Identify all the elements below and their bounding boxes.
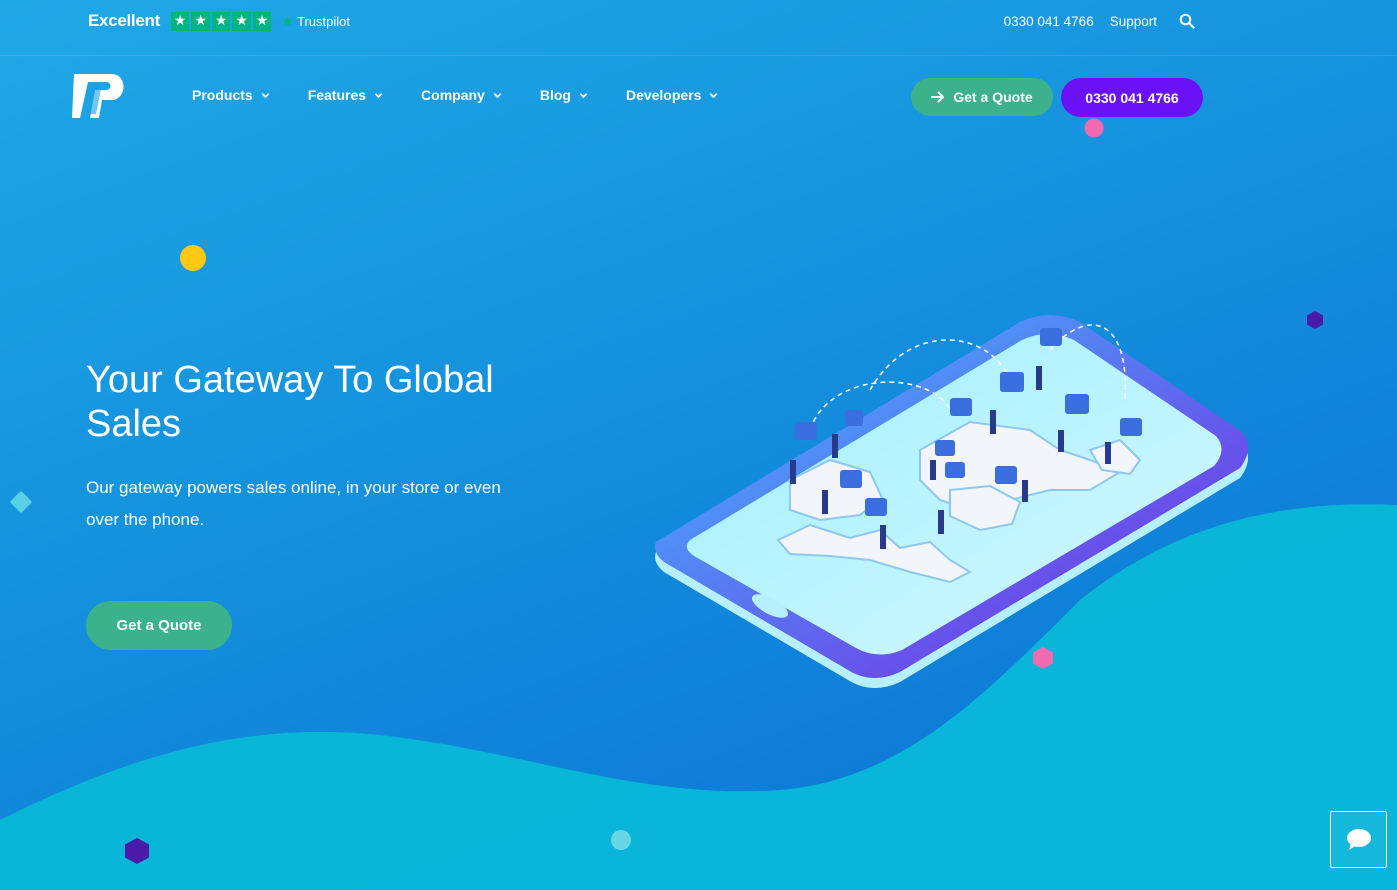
hero-title: Your Gateway To Global Sales <box>86 359 494 445</box>
main-nav: Products Features Company Blog Developer… <box>192 87 756 103</box>
trustpilot-star-icon: ★ <box>281 12 295 29</box>
hero-get-quote-button[interactable]: Get a Quote <box>86 601 232 650</box>
trustpilot-widget[interactable]: Excellent ★ ★ ★ ★ ★ ★ Trustpilot <box>88 11 350 31</box>
nav-item-label: Developers <box>625 87 702 103</box>
decorative-dot <box>1084 118 1104 138</box>
decorative-dot <box>611 830 631 850</box>
star-icon: ★ <box>211 11 231 31</box>
chat-bubble-icon <box>1346 828 1371 850</box>
nav-item-label: Blog <box>539 87 571 103</box>
decorative-hexagon <box>125 838 149 864</box>
nav-phone-label: 0330 041 4766 <box>1085 89 1179 106</box>
trustpilot-stars: ★ ★ ★ ★ ★ <box>170 11 272 31</box>
nav-get-quote-label: Get a Quote <box>953 89 1033 105</box>
nav-item-label: Company <box>421 87 485 103</box>
site-logo[interactable] <box>72 70 132 122</box>
decorative-hexagon <box>1307 311 1323 329</box>
decorative-diamond <box>10 491 32 513</box>
support-link[interactable]: Support <box>1110 14 1157 29</box>
hero-get-quote-label: Get a Quote <box>116 617 202 634</box>
nav-item-features[interactable]: Features <box>308 87 383 103</box>
trustpilot-brand: Trustpilot <box>297 13 350 29</box>
chevron-down-icon <box>374 92 383 98</box>
nav-get-quote-button[interactable]: Get a Quote <box>911 78 1053 116</box>
nav-item-company[interactable]: Company <box>421 87 502 103</box>
star-icon: ★ <box>191 11 210 31</box>
nav-item-label: Products <box>192 87 253 103</box>
top-right-links: 0330 041 4766 Support <box>1004 13 1195 29</box>
decorative-dot <box>180 245 206 271</box>
trustpilot-logo: ★ Trustpilot <box>281 13 350 30</box>
search-icon[interactable] <box>1179 13 1195 29</box>
trustpilot-rating-label: Excellent <box>88 11 160 30</box>
chevron-down-icon <box>261 92 269 98</box>
top-phone-link[interactable]: 0330 041 4766 <box>1004 14 1094 29</box>
phone-world-map-illustration <box>655 315 1249 689</box>
chevron-down-icon <box>710 92 718 98</box>
star-icon: ★ <box>232 11 251 31</box>
nav-phone-button[interactable]: 0330 041 4766 <box>1061 78 1203 117</box>
star-icon: ★ <box>170 11 190 31</box>
top-bar: Excellent ★ ★ ★ ★ ★ ★ Trustpilot 0330 04… <box>0 0 1397 56</box>
nav-item-label: Features <box>307 87 367 103</box>
chevron-down-icon <box>493 92 502 98</box>
nav-item-blog[interactable]: Blog <box>540 87 588 103</box>
chat-widget-button[interactable] <box>1330 811 1387 868</box>
chevron-down-icon <box>579 92 588 98</box>
star-icon: ★ <box>252 11 272 31</box>
arrow-right-icon <box>931 91 945 103</box>
nav-item-developers[interactable]: Developers <box>626 87 718 103</box>
nav-item-products[interactable]: Products <box>192 87 270 103</box>
hero-subtitle: Our gateway powers sales online, in your… <box>86 478 501 529</box>
